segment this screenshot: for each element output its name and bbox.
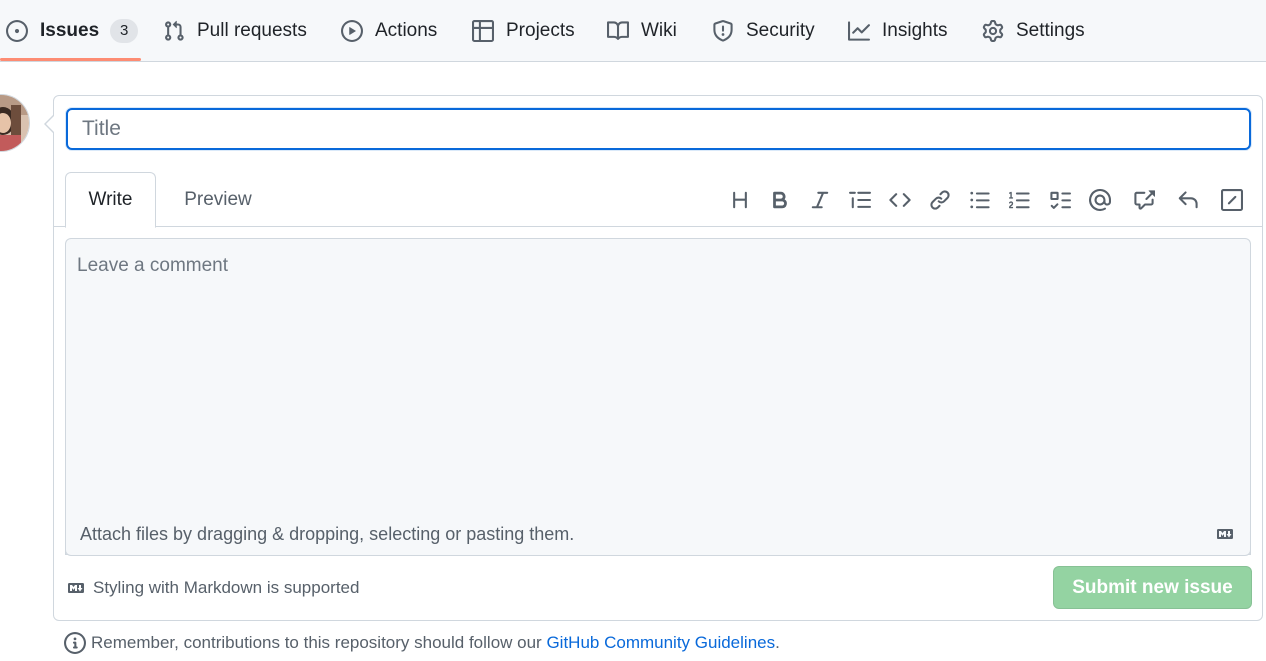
tab-label: Pull requests xyxy=(197,19,307,41)
markdown-toolbar xyxy=(720,186,1252,214)
new-issue-form: Write Preview xyxy=(53,95,1263,621)
tab-issues[interactable]: Issues 3 xyxy=(6,0,139,61)
bold-icon[interactable] xyxy=(760,186,800,214)
guidelines-prefix: Remember, contributions to this reposito… xyxy=(91,633,547,652)
submit-new-issue-button[interactable]: Submit new issue xyxy=(1053,566,1252,609)
git-pull-request-icon xyxy=(163,20,185,42)
repo-nav: Issues 3 Pull requests Actions Projects … xyxy=(0,0,1266,62)
play-icon xyxy=(341,19,363,42)
saved-reply-icon[interactable] xyxy=(1168,186,1208,214)
comment-editor xyxy=(65,238,1251,555)
file-attachment-bar[interactable]: Attach files by dragging & dropping, sel… xyxy=(65,513,1251,556)
tab-settings[interactable]: Settings xyxy=(982,0,1085,61)
form-footer: Styling with Markdown is supported Submi… xyxy=(65,566,1252,610)
tab-preview[interactable]: Preview xyxy=(166,172,270,227)
markdown-note-text: Styling with Markdown is supported xyxy=(93,578,360,597)
tab-security[interactable]: Security xyxy=(712,0,815,61)
comment-caret-fill xyxy=(46,115,55,133)
mention-icon[interactable] xyxy=(1080,186,1120,214)
community-guidelines-note: Remember, contributions to this reposito… xyxy=(64,632,780,654)
comment-textarea[interactable] xyxy=(66,239,1250,554)
tab-actions[interactable]: Actions xyxy=(341,0,437,61)
heading-icon[interactable] xyxy=(720,186,760,214)
book-icon xyxy=(607,20,629,42)
task-list-icon[interactable] xyxy=(1040,186,1080,214)
tab-label: Insights xyxy=(882,19,948,41)
graph-icon xyxy=(848,20,870,42)
table-icon xyxy=(472,19,494,42)
italic-icon[interactable] xyxy=(800,186,840,214)
slash-command-icon[interactable] xyxy=(1212,186,1252,214)
community-guidelines-link[interactable]: GitHub Community Guidelines xyxy=(546,633,775,653)
tab-pull-requests[interactable]: Pull requests xyxy=(163,0,307,61)
tab-label: Wiki xyxy=(641,19,677,41)
gear-icon xyxy=(982,19,1004,42)
tab-wiki[interactable]: Wiki xyxy=(607,0,677,61)
editor-tab-bar: Write Preview xyxy=(54,172,1262,228)
shield-icon xyxy=(712,19,734,42)
tab-label: Projects xyxy=(506,19,575,41)
cross-reference-icon[interactable] xyxy=(1124,186,1164,214)
guidelines-suffix: . xyxy=(775,633,780,652)
attach-text: Attach files by dragging & dropping, sel… xyxy=(80,523,575,544)
tab-label: Actions xyxy=(375,19,438,41)
tab-projects[interactable]: Projects xyxy=(472,0,575,61)
info-icon xyxy=(64,632,86,654)
unordered-list-icon[interactable] xyxy=(960,186,1000,214)
markdown-note[interactable]: Styling with Markdown is supported xyxy=(65,578,359,598)
markdown-icon xyxy=(65,580,87,596)
selected-tab-underline xyxy=(0,58,141,61)
tab-label: Settings xyxy=(1016,19,1085,41)
markdown-icon xyxy=(1214,526,1236,547)
avatar[interactable] xyxy=(0,94,30,152)
ordered-list-icon[interactable] xyxy=(1000,186,1040,214)
code-icon[interactable] xyxy=(880,186,920,214)
tab-insights[interactable]: Insights xyxy=(848,0,947,61)
quote-icon[interactable] xyxy=(840,186,880,214)
title-input[interactable] xyxy=(66,108,1251,150)
tab-label: Security xyxy=(746,19,815,41)
tab-label: Issues xyxy=(40,19,100,41)
tab-write[interactable]: Write xyxy=(65,172,156,228)
issues-counter: 3 xyxy=(110,18,139,43)
issue-opened-icon xyxy=(6,19,28,42)
link-icon[interactable] xyxy=(920,186,960,214)
